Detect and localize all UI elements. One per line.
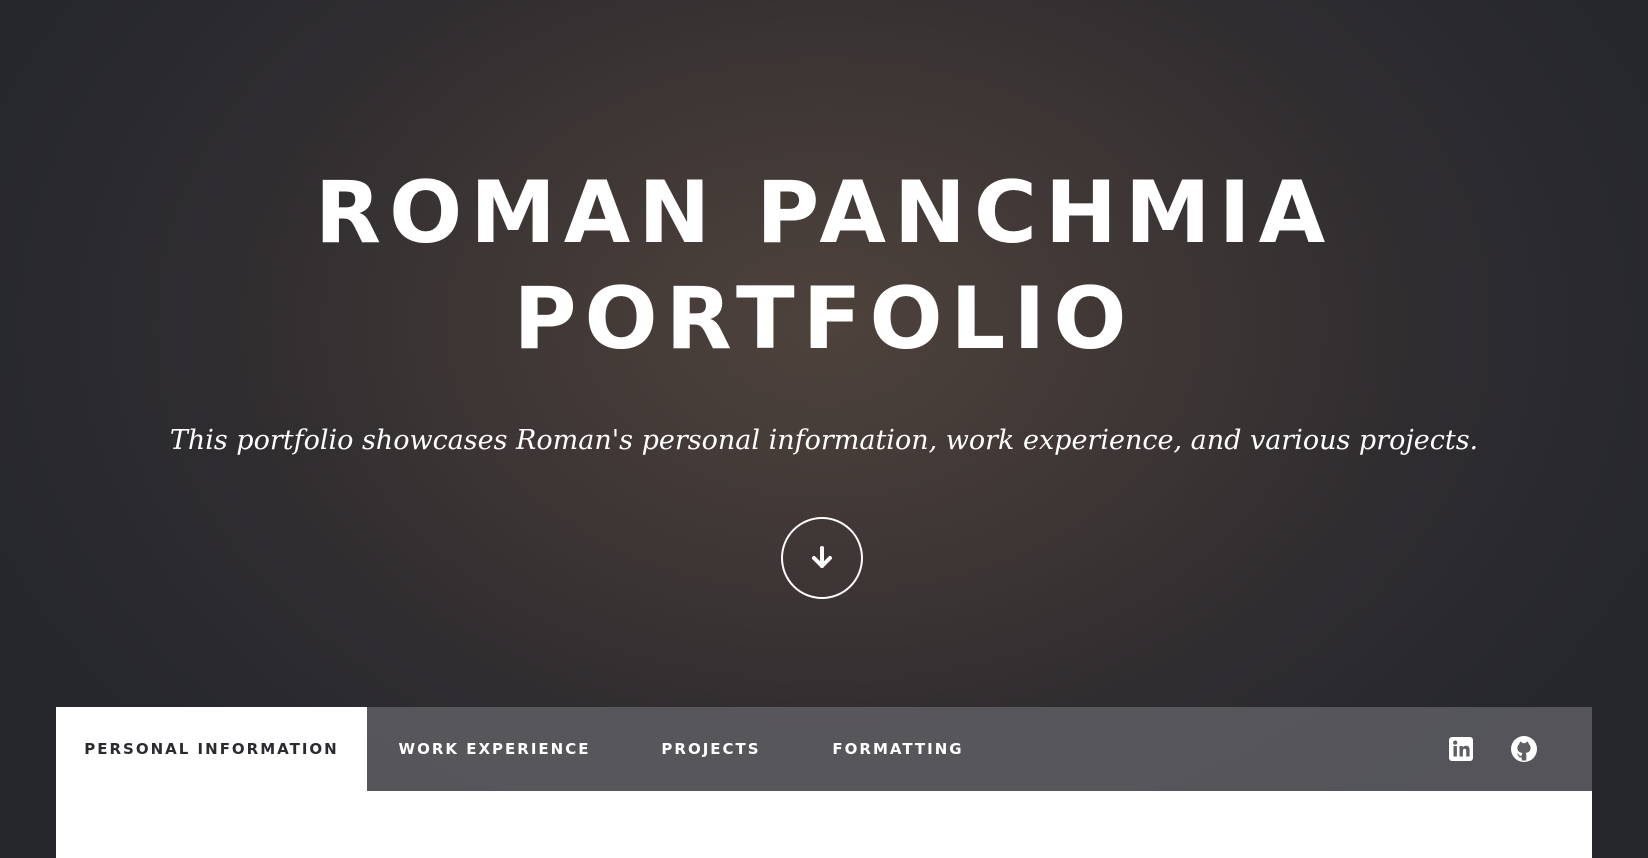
content-panel	[56, 791, 1592, 858]
tab-work-experience[interactable]: WORK EXPERIENCE	[367, 707, 622, 791]
title-line-2: PORTFOLIO	[513, 269, 1135, 369]
github-link[interactable]	[1508, 733, 1540, 765]
linkedin-icon	[1449, 737, 1473, 761]
arrow-down-icon	[812, 546, 832, 568]
tab-label: PERSONAL INFORMATION	[84, 740, 339, 758]
tab-label: WORK EXPERIENCE	[398, 740, 591, 758]
tab-formatting[interactable]: FORMATTING	[800, 707, 996, 791]
title-line-1: ROMAN PANCHMIA	[314, 163, 1334, 263]
scroll-down-button[interactable]	[781, 517, 863, 599]
hero-section: ROMAN PANCHMIA PORTFOLIO This portfolio …	[0, 0, 1648, 707]
tab-label: FORMATTING	[832, 740, 964, 758]
tab-label: PROJECTS	[661, 740, 761, 758]
main-nav: PERSONAL INFORMATION WORK EXPERIENCE PRO…	[56, 707, 1592, 791]
tab-personal-information[interactable]: PERSONAL INFORMATION	[56, 707, 367, 791]
page-title: ROMAN PANCHMIA PORTFOLIO	[0, 160, 1648, 372]
hero-subtitle: This portfolio showcases Roman's persona…	[169, 425, 1479, 456]
github-icon	[1511, 736, 1537, 762]
linkedin-link[interactable]	[1445, 733, 1477, 765]
tab-projects[interactable]: PROJECTS	[622, 707, 800, 791]
